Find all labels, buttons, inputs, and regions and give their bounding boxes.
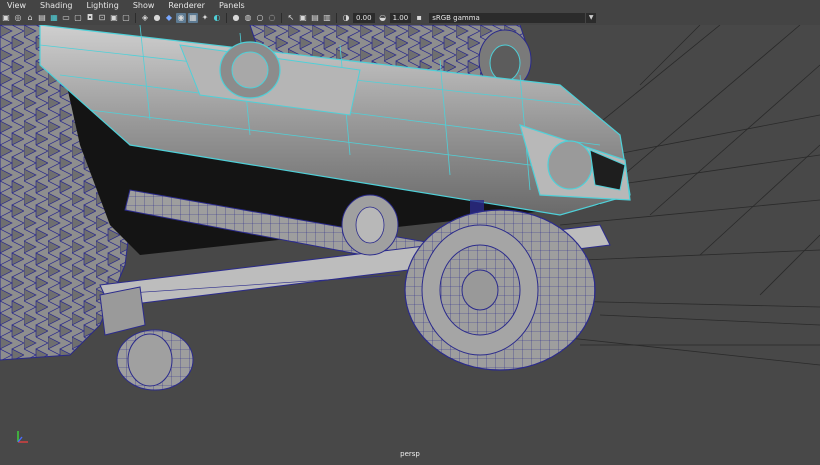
wireframe-on-shaded-icon[interactable]: ◉ — [176, 13, 186, 23]
grid-icon[interactable]: ▦ — [49, 13, 59, 23]
toolbar-separator — [336, 13, 337, 23]
toolbar-separator — [226, 13, 227, 23]
menu-shading[interactable]: Shading — [33, 0, 80, 11]
menu-lighting[interactable]: Lighting — [79, 0, 125, 11]
panel-toolbar: ▣ ◎ ⌂ ▤ ▦ ▭ ▢ ◘ ⊡ ▣ ▢ ◈ ● ◆ ◉ ▦ ✦ ◐ ● ◍ … — [0, 11, 820, 26]
camera-name-label: persp — [400, 450, 420, 458]
gamma-field[interactable]: 1.00 — [389, 13, 412, 23]
image-plane-icon[interactable]: ▤ — [37, 13, 47, 23]
smooth-shade-icon[interactable]: ● — [152, 13, 162, 23]
textured-icon[interactable]: ▦ — [188, 13, 198, 23]
isolate-select-icon[interactable]: ↖ — [286, 13, 296, 23]
color-space-dropdown[interactable]: sRGB gamma ▼ — [429, 13, 597, 23]
screen-space-ao-icon[interactable]: ● — [231, 13, 241, 23]
bookmarks-icon[interactable]: ⌂ — [25, 13, 35, 23]
field-chart-icon[interactable]: ⊡ — [97, 13, 107, 23]
xray-icon[interactable]: ▣ — [298, 13, 308, 23]
shadows-icon[interactable]: ◐ — [212, 13, 222, 23]
select-camera-icon[interactable]: ▣ — [1, 13, 11, 23]
anti-aliasing-icon[interactable]: ○ — [255, 13, 265, 23]
use-all-lights-icon[interactable]: ✦ — [200, 13, 210, 23]
maya-viewport-window: View Shading Lighting Show Renderer Pane… — [0, 0, 820, 465]
color-space-value: sRGB gamma — [432, 14, 480, 22]
menu-renderer[interactable]: Renderer — [161, 0, 212, 11]
safe-title-icon[interactable]: ▢ — [121, 13, 131, 23]
3d-viewport[interactable]: persp — [0, 25, 820, 465]
xray-joints-icon[interactable]: ▤ — [310, 13, 320, 23]
panel-menu-bar: View Shading Lighting Show Renderer Pane… — [0, 0, 820, 11]
depth-of-field-icon[interactable]: ◌ — [267, 13, 277, 23]
exposure-field[interactable]: 0.00 — [353, 13, 375, 23]
safe-action-icon[interactable]: ▣ — [109, 13, 119, 23]
color-management-icon[interactable]: ▪ — [414, 13, 424, 23]
menu-show[interactable]: Show — [126, 0, 162, 11]
toolbar-separator — [281, 13, 282, 23]
camera-attributes-icon[interactable]: ◎ — [13, 13, 23, 23]
gate-mask-icon[interactable]: ◘ — [85, 13, 95, 23]
exposure-icon[interactable]: ◑ — [341, 13, 351, 23]
front-right-wheel-mesh — [404, 209, 596, 371]
resolution-gate-icon[interactable]: ▢ — [73, 13, 83, 23]
menu-view[interactable]: View — [0, 0, 33, 11]
toolbar-separator — [135, 13, 136, 23]
viewport-scene[interactable] — [0, 25, 820, 465]
chevron-down-icon[interactable]: ▼ — [585, 13, 596, 23]
default-material-icon[interactable]: ◆ — [164, 13, 174, 23]
xray-active-components-icon[interactable]: ▥ — [322, 13, 332, 23]
film-gate-icon[interactable]: ▭ — [61, 13, 71, 23]
menu-panels[interactable]: Panels — [212, 0, 252, 11]
motion-blur-icon[interactable]: ◍ — [243, 13, 253, 23]
gamma-icon[interactable]: ◒ — [378, 13, 388, 23]
wireframe-icon[interactable]: ◈ — [140, 13, 150, 23]
rear-left-wheel-mesh — [116, 329, 194, 391]
axis-gizmo — [17, 431, 28, 443]
